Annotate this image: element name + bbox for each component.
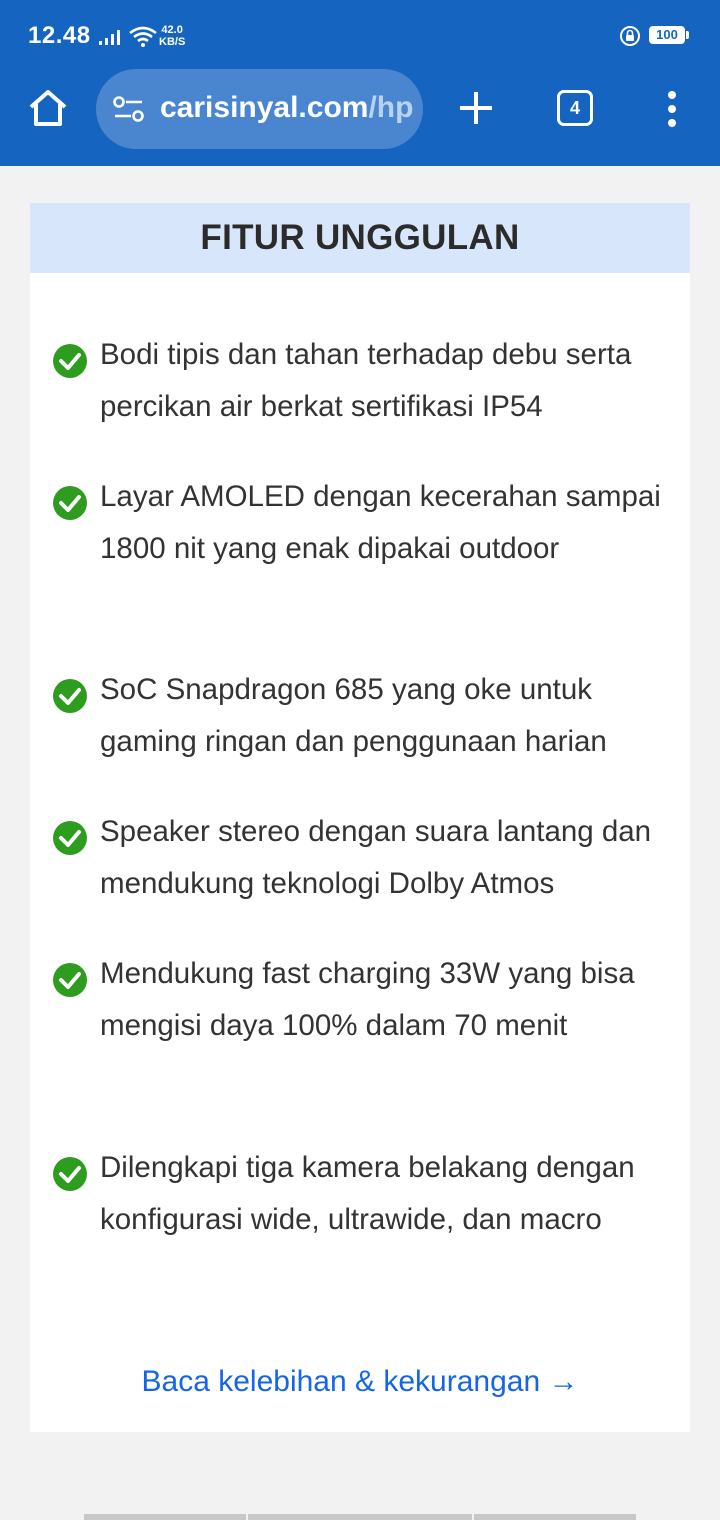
feature-text: Speaker stereo dengan suara lantang dan … bbox=[100, 815, 652, 900]
feature-text: Mendukung fast charging 33W yang bisa me… bbox=[100, 957, 635, 1042]
signal-icon bbox=[99, 30, 120, 45]
status-time: 12.48 bbox=[28, 22, 91, 49]
feature-text: Bodi tipis dan tahan terhadap debu serta… bbox=[100, 338, 632, 423]
tab-switcher-button[interactable]: 4 bbox=[557, 90, 593, 126]
bottom-strip bbox=[84, 1514, 246, 1520]
check-circle-icon bbox=[53, 963, 87, 997]
more-vert-icon[interactable] bbox=[662, 90, 682, 130]
check-circle-icon bbox=[53, 679, 87, 713]
url-path: /hp bbox=[368, 91, 414, 124]
feature-text: Layar AMOLED dengan kecerahan sampai 180… bbox=[100, 480, 661, 565]
network-speed-unit: KB/S bbox=[159, 36, 186, 48]
read-more-link[interactable]: Baca kelebihan & kekurangan → bbox=[30, 1365, 690, 1399]
url-domain: carisinyal.com bbox=[160, 91, 369, 124]
browser-toolbar: 12.48 42.0 KB/S 100 carisinyal.com/hp 4 bbox=[0, 0, 720, 166]
network-speed: 42.0 KB/S bbox=[159, 24, 185, 48]
check-circle-icon bbox=[53, 1157, 87, 1191]
url-text[interactable]: carisinyal.com/hp bbox=[160, 91, 413, 125]
check-circle-icon bbox=[53, 344, 87, 378]
battery-indicator: 100 bbox=[649, 26, 685, 44]
wifi-icon bbox=[129, 26, 157, 47]
battery-tip bbox=[686, 31, 689, 39]
feature-text: SoC Snapdragon 685 yang oke untuk gaming… bbox=[100, 673, 607, 758]
section-title: FITUR UNGGULAN bbox=[30, 203, 690, 273]
feature-card: FITUR UNGGULAN Bodi tipis dan tahan terh… bbox=[30, 203, 690, 1432]
check-circle-icon bbox=[53, 821, 87, 855]
bottom-strip bbox=[474, 1514, 636, 1520]
bottom-strip bbox=[248, 1514, 472, 1520]
rotation-lock-icon bbox=[620, 26, 640, 46]
check-circle-icon bbox=[53, 486, 87, 520]
network-speed-value: 42.0 bbox=[161, 24, 183, 36]
tune-icon[interactable] bbox=[112, 95, 146, 123]
address-bar[interactable]: carisinyal.com/hp bbox=[96, 69, 423, 149]
home-icon[interactable] bbox=[26, 86, 70, 130]
feature-text: Dilengkapi tiga kamera belakang dengan k… bbox=[100, 1151, 635, 1236]
plus-icon[interactable] bbox=[456, 88, 496, 128]
